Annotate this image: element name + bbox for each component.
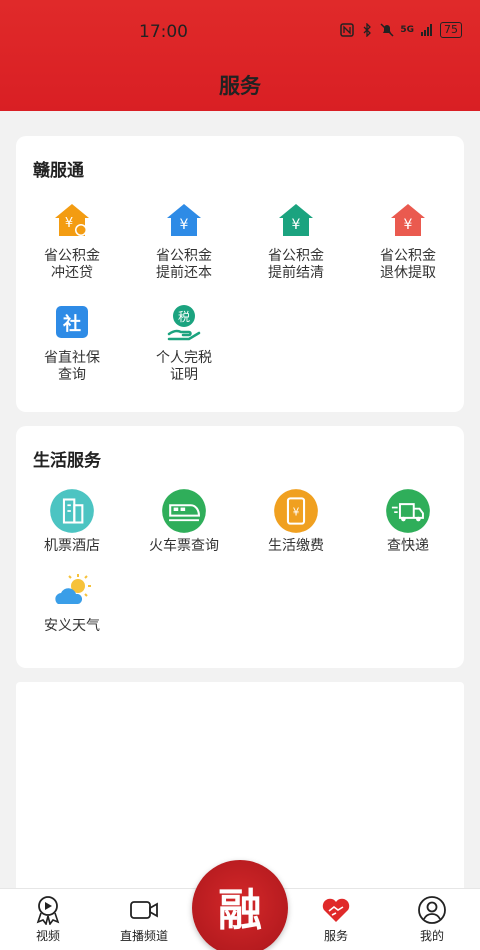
grid-item-fund-retire-withdraw[interactable]: ¥ 省公积金 退休提取 xyxy=(352,200,464,282)
house-yen-icon: ¥ xyxy=(167,204,201,236)
grid-label: 省公积金 提前结清 xyxy=(268,248,324,281)
page-title: 服务 xyxy=(219,74,261,98)
grid-label: 省公积金 提前还本 xyxy=(156,248,212,281)
svg-text:¥: ¥ xyxy=(404,217,413,233)
center-rong-button[interactable]: 融 xyxy=(192,860,288,950)
battery-indicator: 75 xyxy=(440,22,462,38)
weather-icon xyxy=(55,574,91,604)
grid-label: 火车票查询 xyxy=(149,538,219,554)
grid-label: 安义天气 xyxy=(44,618,100,634)
card-title: 生活服务 xyxy=(33,451,101,471)
delivery-truck-icon xyxy=(386,489,430,533)
card-title: 赣服通 xyxy=(33,161,84,181)
handshake-heart-icon xyxy=(322,898,350,922)
video-badge-icon xyxy=(36,896,60,925)
signal-label: 5G xyxy=(400,25,414,35)
nav-item-service[interactable]: 服务 xyxy=(288,895,384,944)
house-loan-icon: ¥ xyxy=(55,204,89,236)
nav-item-mine[interactable]: 我的 xyxy=(384,895,480,944)
grid-label: 机票酒店 xyxy=(44,538,100,554)
grid-label: 生活缴费 xyxy=(268,538,324,554)
mute-bell-icon xyxy=(380,23,394,37)
svg-text:¥: ¥ xyxy=(293,507,300,519)
grid-item-express-delivery[interactable]: 查快递 xyxy=(352,488,464,555)
grid-item-flight-hotel[interactable]: 机票酒店 xyxy=(16,488,128,555)
life-service-card: 生活服务 机票酒店 火车票查询 ¥ 生活缴费 查快递 安义天气 xyxy=(16,426,464,668)
svg-text:¥: ¥ xyxy=(65,216,73,231)
svg-text:社: 社 xyxy=(63,313,81,335)
hotel-building-icon xyxy=(50,489,94,533)
nav-label: 服务 xyxy=(323,929,348,943)
signal-icon xyxy=(421,24,432,36)
nav-label: 我的 xyxy=(419,929,444,943)
grid-item-bill-payment[interactable]: ¥ 生活缴费 xyxy=(240,488,352,555)
bill-payment-icon: ¥ xyxy=(274,489,318,533)
nfc-icon xyxy=(340,23,355,37)
grid-item-train-ticket[interactable]: 火车票查询 xyxy=(128,488,240,555)
bluetooth-icon xyxy=(363,23,372,37)
train-icon xyxy=(162,489,206,533)
grid-item-fund-loan-repay[interactable]: ¥ 省公积金 冲还贷 xyxy=(16,200,128,282)
camera-icon xyxy=(130,901,158,919)
grid-label: 个人完税 证明 xyxy=(156,350,212,383)
user-icon xyxy=(418,896,446,924)
grid-item-fund-prepay-principal[interactable]: ¥ 省公积金 提前还本 xyxy=(128,200,240,282)
svg-text:¥: ¥ xyxy=(292,217,301,233)
status-time: 17:00 xyxy=(139,22,188,42)
grid-label: 省公积金 冲还贷 xyxy=(44,248,100,281)
center-rong-glyph: 融 xyxy=(218,885,262,936)
status-icons: 5G 75 xyxy=(340,22,462,38)
nav-item-live[interactable]: 直播频道 xyxy=(96,895,192,944)
svg-text:¥: ¥ xyxy=(180,217,189,233)
grid-item-social-security[interactable]: 社 省直社保 查询 xyxy=(16,302,128,384)
grid-item-fund-prepay-settle[interactable]: ¥ 省公积金 提前结清 xyxy=(240,200,352,282)
header-bar: 17:00 5G 75 服务 xyxy=(0,0,480,111)
grid-label: 查快递 xyxy=(387,538,429,554)
grid-label: 省直社保 查询 xyxy=(44,350,100,383)
svg-text:税: 税 xyxy=(178,310,190,324)
tax-certificate-icon: 税 xyxy=(167,305,201,341)
nav-label: 视频 xyxy=(35,929,60,943)
grid-item-weather[interactable]: 安义天气 xyxy=(16,572,128,635)
grid-label: 省公积金 退休提取 xyxy=(380,248,436,281)
nav-item-video[interactable]: 视频 xyxy=(0,895,96,944)
house-yen-icon: ¥ xyxy=(391,204,425,236)
gan-service-card: 赣服通 ¥ 省公积金 冲还贷 ¥ 省公积金 提前还本 ¥ 省公积金 提前结清 ¥… xyxy=(16,136,464,412)
grid-item-tax-certificate[interactable]: 税 个人完税 证明 xyxy=(128,302,240,384)
house-yen-icon: ¥ xyxy=(279,204,313,236)
nav-label: 直播频道 xyxy=(119,929,168,943)
social-security-icon: 社 xyxy=(56,306,88,338)
